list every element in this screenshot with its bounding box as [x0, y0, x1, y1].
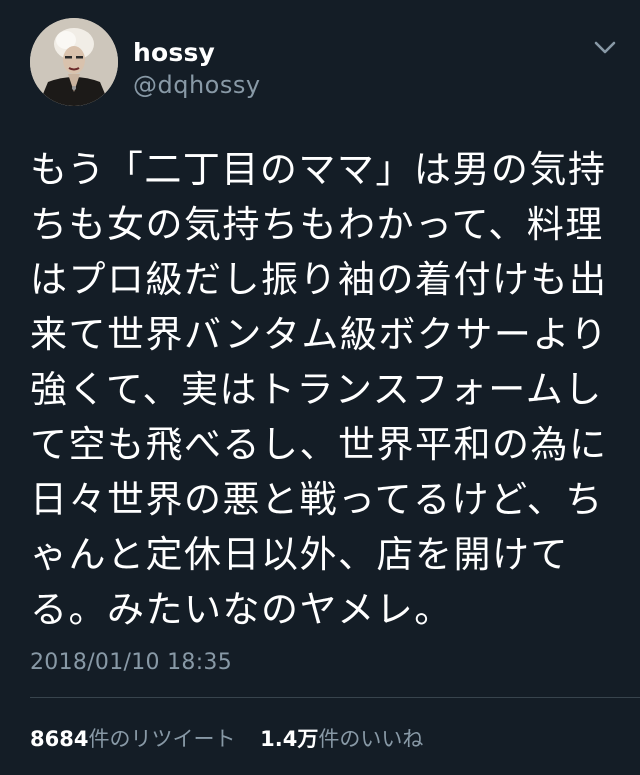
- tweet-stats: 8684件のリツイート 1.4万件のいいね: [30, 723, 441, 753]
- tweet-header: hossy @dqhossy: [30, 18, 630, 118]
- like-label: 件のいいね: [318, 727, 424, 751]
- tweet-text-line: ちも女の気持ちもわかって、料理: [30, 203, 604, 246]
- user-handle[interactable]: @dqhossy: [133, 71, 261, 99]
- tweet-text-line: て空も飛べるし、世界平和の為に: [30, 423, 608, 466]
- tweet-text-line: 強くて、実はトランスフォームし: [30, 368, 603, 411]
- tweet-text-line: る。みたいなのヤメレ。: [30, 588, 453, 631]
- retweet-count: 8684: [30, 727, 89, 751]
- tweet-text: もう「二丁目のママ」は男の気持 ちも女の気持ちもわかって、料理 はプロ級だし振り…: [30, 142, 610, 637]
- tweet-text-line: もう「二丁目のママ」は男の気持: [30, 148, 607, 191]
- like-count: 1.4万: [260, 727, 319, 751]
- tweet-text-line: ゃんと定休日以外、店を開けて: [30, 533, 569, 576]
- tweet-detail: hossy @dqhossy もう「二丁目のママ」は男の気持 ちも女の気持ちもわ…: [0, 0, 640, 775]
- divider: [30, 697, 640, 698]
- tweet-text-line: 来て世界バンタム級ボクサーより: [30, 313, 609, 356]
- avatar[interactable]: [30, 18, 118, 106]
- tweet-text-line: はプロ級だし振り袖の着付けも出: [30, 258, 608, 301]
- tweet-timestamp[interactable]: 2018/01/10 18:35: [30, 650, 232, 675]
- display-name[interactable]: hossy: [133, 38, 215, 67]
- like-count-link[interactable]: 1.4万件のいいね: [260, 723, 423, 753]
- avatar-image: [30, 18, 118, 106]
- chevron-down-icon[interactable]: [592, 38, 618, 58]
- retweet-count-link[interactable]: 8684件のリツイート: [30, 723, 235, 753]
- retweet-label: 件のリツイート: [88, 727, 236, 751]
- tweet-text-line: 日々世界の悪と戦ってるけど、ち: [30, 478, 604, 521]
